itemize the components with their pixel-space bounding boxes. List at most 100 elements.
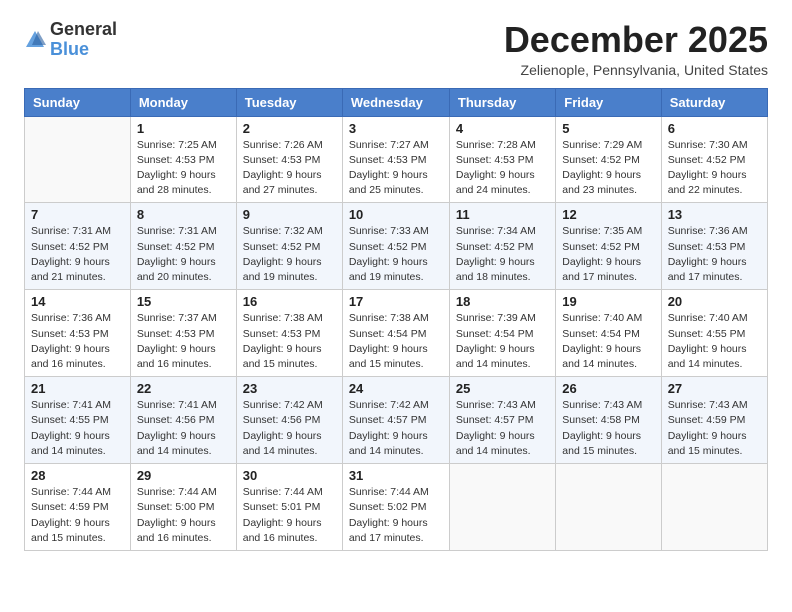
logo-text-blue: Blue bbox=[50, 39, 89, 59]
day-cell: 25 Sunrise: 7:43 AM Sunset: 4:57 PM Dayli… bbox=[449, 377, 555, 464]
day-cell: 7 Sunrise: 7:31 AM Sunset: 4:52 PM Daylig… bbox=[25, 203, 131, 290]
day-info: Sunrise: 7:35 AM Sunset: 4:52 PM Dayligh… bbox=[562, 224, 654, 285]
day-info: Sunrise: 7:44 AM Sunset: 4:59 PM Dayligh… bbox=[31, 485, 124, 546]
day-number: 25 bbox=[456, 381, 549, 396]
week-row-5: 28 Sunrise: 7:44 AM Sunset: 4:59 PM Dayli… bbox=[25, 464, 768, 551]
day-cell: 2Sunrise: 7:26 AM Sunset: 4:53 PM Daylig… bbox=[236, 116, 342, 203]
day-number: 1 bbox=[137, 121, 230, 136]
day-number: 22 bbox=[137, 381, 230, 396]
day-cell: 10 Sunrise: 7:33 AM Sunset: 4:52 PM Dayli… bbox=[342, 203, 449, 290]
day-info: Sunrise: 7:44 AM Sunset: 5:00 PM Dayligh… bbox=[137, 485, 230, 546]
day-number: 24 bbox=[349, 381, 443, 396]
day-number: 18 bbox=[456, 294, 549, 309]
weekday-header-thursday: Thursday bbox=[449, 88, 555, 116]
day-info: Sunrise: 7:27 AM Sunset: 4:53 PM Dayligh… bbox=[349, 138, 443, 199]
day-cell bbox=[556, 464, 661, 551]
day-cell: 20Sunrise: 7:40 AM Sunset: 4:55 PM Dayli… bbox=[661, 290, 767, 377]
day-info: Sunrise: 7:31 AM Sunset: 4:52 PM Dayligh… bbox=[31, 224, 124, 285]
location-title: Zelienople, Pennsylvania, United States bbox=[504, 62, 768, 78]
day-number: 7 bbox=[31, 207, 124, 222]
day-cell: 5 Sunrise: 7:29 AM Sunset: 4:52 PM Daylig… bbox=[556, 116, 661, 203]
day-info: Sunrise: 7:43 AM Sunset: 4:58 PM Dayligh… bbox=[562, 398, 654, 459]
day-number: 16 bbox=[243, 294, 336, 309]
day-number: 8 bbox=[137, 207, 230, 222]
day-cell: 18 Sunrise: 7:39 AM Sunset: 4:54 PM Dayli… bbox=[449, 290, 555, 377]
day-cell: 1 Sunrise: 7:25 AM Sunset: 4:53 PM Daylig… bbox=[130, 116, 236, 203]
day-cell: 26Sunrise: 7:43 AM Sunset: 4:58 PM Dayli… bbox=[556, 377, 661, 464]
weekday-header-sunday: Sunday bbox=[25, 88, 131, 116]
weekday-header-tuesday: Tuesday bbox=[236, 88, 342, 116]
day-number: 23 bbox=[243, 381, 336, 396]
weekday-header-row: SundayMondayTuesdayWednesdayThursdayFrid… bbox=[25, 88, 768, 116]
day-cell: 16 Sunrise: 7:38 AM Sunset: 4:53 PM Dayli… bbox=[236, 290, 342, 377]
day-cell: 13 Sunrise: 7:36 AM Sunset: 4:53 PM Dayli… bbox=[661, 203, 767, 290]
day-number: 28 bbox=[31, 468, 124, 483]
day-info: Sunrise: 7:34 AM Sunset: 4:52 PM Dayligh… bbox=[456, 224, 549, 285]
day-number: 9 bbox=[243, 207, 336, 222]
day-info: Sunrise: 7:43 AM Sunset: 4:57 PM Dayligh… bbox=[456, 398, 549, 459]
day-info: Sunrise: 7:44 AM Sunset: 5:01 PM Dayligh… bbox=[243, 485, 336, 546]
day-info: Sunrise: 7:39 AM Sunset: 4:54 PM Dayligh… bbox=[456, 311, 549, 372]
weekday-header-saturday: Saturday bbox=[661, 88, 767, 116]
day-info: Sunrise: 7:41 AM Sunset: 4:56 PM Dayligh… bbox=[137, 398, 230, 459]
day-number: 21 bbox=[31, 381, 124, 396]
day-number: 15 bbox=[137, 294, 230, 309]
day-info: Sunrise: 7:31 AM Sunset: 4:52 PM Dayligh… bbox=[137, 224, 230, 285]
day-number: 29 bbox=[137, 468, 230, 483]
day-cell: 12Sunrise: 7:35 AM Sunset: 4:52 PM Dayli… bbox=[556, 203, 661, 290]
day-number: 4 bbox=[456, 121, 549, 136]
day-cell: 11 Sunrise: 7:34 AM Sunset: 4:52 PM Dayli… bbox=[449, 203, 555, 290]
weekday-header-monday: Monday bbox=[130, 88, 236, 116]
day-info: Sunrise: 7:33 AM Sunset: 4:52 PM Dayligh… bbox=[349, 224, 443, 285]
day-cell: 27 Sunrise: 7:43 AM Sunset: 4:59 PM Dayli… bbox=[661, 377, 767, 464]
day-cell: 4 Sunrise: 7:28 AM Sunset: 4:53 PM Daylig… bbox=[449, 116, 555, 203]
logo-text-general: General bbox=[50, 19, 117, 39]
day-info: Sunrise: 7:36 AM Sunset: 4:53 PM Dayligh… bbox=[668, 224, 761, 285]
day-info: Sunrise: 7:28 AM Sunset: 4:53 PM Dayligh… bbox=[456, 138, 549, 199]
day-number: 27 bbox=[668, 381, 761, 396]
day-number: 5 bbox=[562, 121, 654, 136]
day-info: Sunrise: 7:30 AM Sunset: 4:52 PM Dayligh… bbox=[668, 138, 761, 199]
day-info: Sunrise: 7:25 AM Sunset: 4:53 PM Dayligh… bbox=[137, 138, 230, 199]
title-block: December 2025 Zelienople, Pennsylvania, … bbox=[504, 20, 768, 78]
weekday-header-wednesday: Wednesday bbox=[342, 88, 449, 116]
day-info: Sunrise: 7:38 AM Sunset: 4:53 PM Dayligh… bbox=[243, 311, 336, 372]
month-title: December 2025 bbox=[504, 20, 768, 60]
day-cell: 9 Sunrise: 7:32 AM Sunset: 4:52 PM Daylig… bbox=[236, 203, 342, 290]
day-info: Sunrise: 7:40 AM Sunset: 4:55 PM Dayligh… bbox=[668, 311, 761, 372]
day-cell: 3 Sunrise: 7:27 AM Sunset: 4:53 PM Daylig… bbox=[342, 116, 449, 203]
day-number: 3 bbox=[349, 121, 443, 136]
logo: General Blue bbox=[24, 20, 117, 60]
day-number: 10 bbox=[349, 207, 443, 222]
day-cell: 29 Sunrise: 7:44 AM Sunset: 5:00 PM Dayli… bbox=[130, 464, 236, 551]
day-info: Sunrise: 7:41 AM Sunset: 4:55 PM Dayligh… bbox=[31, 398, 124, 459]
day-info: Sunrise: 7:32 AM Sunset: 4:52 PM Dayligh… bbox=[243, 224, 336, 285]
day-number: 19 bbox=[562, 294, 654, 309]
weekday-header-friday: Friday bbox=[556, 88, 661, 116]
day-info: Sunrise: 7:26 AM Sunset: 4:53 PM Dayligh… bbox=[243, 138, 336, 199]
week-row-1: 1 Sunrise: 7:25 AM Sunset: 4:53 PM Daylig… bbox=[25, 116, 768, 203]
day-cell: 23 Sunrise: 7:42 AM Sunset: 4:56 PM Dayli… bbox=[236, 377, 342, 464]
day-info: Sunrise: 7:42 AM Sunset: 4:56 PM Dayligh… bbox=[243, 398, 336, 459]
day-cell: 15 Sunrise: 7:37 AM Sunset: 4:53 PM Dayli… bbox=[130, 290, 236, 377]
day-number: 11 bbox=[456, 207, 549, 222]
day-number: 13 bbox=[668, 207, 761, 222]
calendar-table: SundayMondayTuesdayWednesdayThursdayFrid… bbox=[24, 88, 768, 551]
day-number: 30 bbox=[243, 468, 336, 483]
day-info: Sunrise: 7:43 AM Sunset: 4:59 PM Dayligh… bbox=[668, 398, 761, 459]
day-number: 14 bbox=[31, 294, 124, 309]
day-info: Sunrise: 7:38 AM Sunset: 4:54 PM Dayligh… bbox=[349, 311, 443, 372]
day-info: Sunrise: 7:29 AM Sunset: 4:52 PM Dayligh… bbox=[562, 138, 654, 199]
day-cell: 30 Sunrise: 7:44 AM Sunset: 5:01 PM Dayli… bbox=[236, 464, 342, 551]
day-info: Sunrise: 7:42 AM Sunset: 4:57 PM Dayligh… bbox=[349, 398, 443, 459]
day-info: Sunrise: 7:36 AM Sunset: 4:53 PM Dayligh… bbox=[31, 311, 124, 372]
day-cell bbox=[661, 464, 767, 551]
week-row-4: 21 Sunrise: 7:41 AM Sunset: 4:55 PM Dayli… bbox=[25, 377, 768, 464]
day-info: Sunrise: 7:37 AM Sunset: 4:53 PM Dayligh… bbox=[137, 311, 230, 372]
day-number: 31 bbox=[349, 468, 443, 483]
day-cell: 19Sunrise: 7:40 AM Sunset: 4:54 PM Dayli… bbox=[556, 290, 661, 377]
logo-icon bbox=[24, 29, 46, 51]
day-cell: 8 Sunrise: 7:31 AM Sunset: 4:52 PM Daylig… bbox=[130, 203, 236, 290]
day-number: 6 bbox=[668, 121, 761, 136]
day-cell: 17Sunrise: 7:38 AM Sunset: 4:54 PM Dayli… bbox=[342, 290, 449, 377]
